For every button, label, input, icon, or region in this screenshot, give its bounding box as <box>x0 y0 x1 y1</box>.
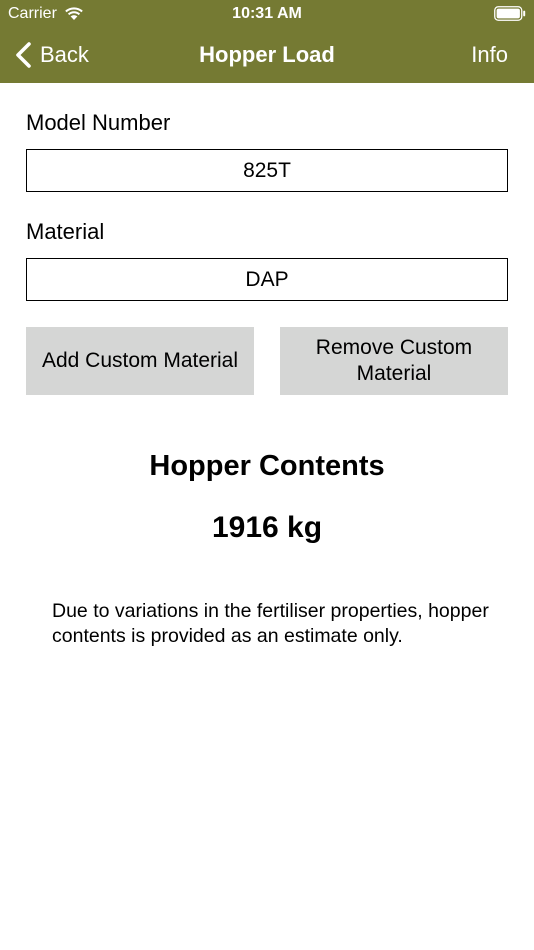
material-label: Material <box>26 219 105 244</box>
info-button[interactable]: Info <box>471 42 508 68</box>
model-number-label: Model Number <box>26 110 171 135</box>
material-field[interactable]: DAP <box>26 258 508 301</box>
model-number-field[interactable]: 825T <box>26 149 508 192</box>
remove-custom-material-button[interactable]: Remove Custom Material <box>280 327 508 395</box>
status-bar: Carrier 10:31 AM <box>0 0 534 28</box>
hopper-contents-title: Hopper Contents <box>149 450 385 482</box>
battery-icon <box>494 6 526 21</box>
hopper-contents-value: 1916 kg <box>211 511 323 544</box>
header: Carrier 10:31 AM Back Hopper Load Info <box>0 0 534 83</box>
disclaimer-text: Due to variations in the fertiliser prop… <box>52 600 489 647</box>
navigation-bar: Back Hopper Load Info <box>0 28 534 83</box>
page-title: Hopper Load <box>199 42 335 67</box>
add-custom-material-button[interactable]: Add Custom Material <box>26 327 254 395</box>
status-time: 10:31 AM <box>232 5 302 22</box>
